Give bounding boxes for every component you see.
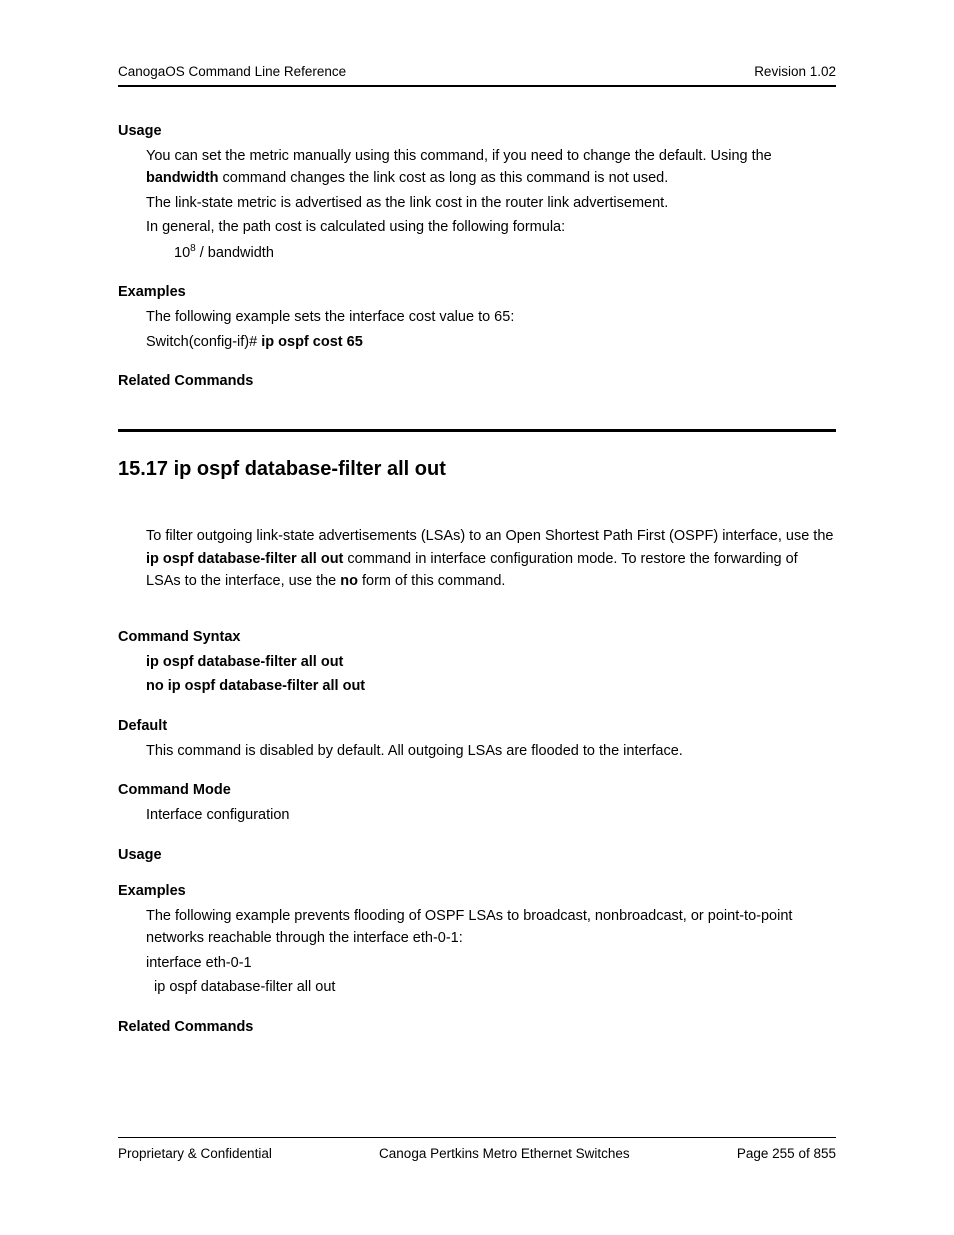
text: form of this command. [358,573,505,589]
examples-section: Examples The following example sets the … [118,284,836,353]
usage-p1: You can set the metric manually using th… [146,145,836,190]
text: command changes the link cost as long as… [219,170,669,186]
command-text: ip ospf cost 65 [261,334,363,350]
usage2-heading: Usage [118,847,836,863]
examples-body: The following example sets the interface… [146,306,836,353]
syntax-heading: Command Syntax [118,629,836,645]
page-content: CanogaOS Command Line Reference Revision… [0,0,954,1035]
formula: 108 / bandwidth [174,241,836,265]
command-title: 15.17 ip ospf database-filter all out [118,458,836,481]
header-right: Revision 1.02 [754,64,836,79]
examples2-section: Examples The following example prevents … [118,883,836,999]
header-left: CanogaOS Command Line Reference [118,64,346,79]
examples-p1: The following example sets the interface… [146,306,836,328]
syntax-line-1: ip ospf database-filter all out [146,651,836,673]
intro-paragraph: To filter outgoing link-state advertisem… [146,525,836,592]
examples-p2: Switch(config-if)# ip ospf cost 65 [146,331,836,353]
related-heading: Related Commands [118,373,836,389]
cmd-keyword: ip ospf database-filter all out [146,551,343,567]
usage-heading: Usage [118,123,836,139]
footer-center: Canoga Pertkins Metro Ethernet Switches [379,1146,630,1161]
page-header: CanogaOS Command Line Reference Revision… [118,64,836,87]
default-body: This command is disabled by default. All… [146,740,836,762]
footer-right: Page 255 of 855 [737,1146,836,1161]
default-p1: This command is disabled by default. All… [146,740,836,762]
syntax-body: ip ospf database-filter all out no ip os… [146,651,836,698]
footer-left: Proprietary & Confidential [118,1146,272,1161]
formula-base: 10 [174,245,190,261]
syntax-section: Command Syntax ip ospf database-filter a… [118,629,836,698]
usage-p3: In general, the path cost is calculated … [146,216,836,238]
examples-heading: Examples [118,284,836,300]
section-divider [118,429,836,432]
text: You can set the metric manually using th… [146,148,772,164]
mode-body: Interface configuration [146,804,836,826]
examples2-p1: The following example prevents flooding … [146,905,836,950]
page-footer: Proprietary & Confidential Canoga Pertki… [118,1137,836,1161]
default-section: Default This command is disabled by defa… [118,718,836,762]
no-keyword: no [340,573,358,589]
examples2-body: The following example prevents flooding … [146,905,836,999]
syntax-line-2: no ip ospf database-filter all out [146,675,836,697]
usage-p2: The link-state metric is advertised as t… [146,192,836,214]
mode-p1: Interface configuration [146,804,836,826]
default-heading: Default [118,718,836,734]
examples2-p3: ip ospf database-filter all out [146,976,836,998]
related2-section: Related Commands [118,1019,836,1035]
usage-section: Usage You can set the metric manually us… [118,123,836,264]
prompt-text: Switch(config-if)# [146,334,261,350]
mode-section: Command Mode Interface configuration [118,782,836,826]
usage-body: You can set the metric manually using th… [146,145,836,239]
usage2-section: Usage [118,847,836,863]
examples2-p2: interface eth-0-1 [146,952,836,974]
examples2-heading: Examples [118,883,836,899]
related2-heading: Related Commands [118,1019,836,1035]
related-section: Related Commands [118,373,836,389]
formula-rest: / bandwidth [196,245,274,261]
mode-heading: Command Mode [118,782,836,798]
bandwidth-keyword: bandwidth [146,170,219,186]
text: To filter outgoing link-state advertisem… [146,528,833,544]
